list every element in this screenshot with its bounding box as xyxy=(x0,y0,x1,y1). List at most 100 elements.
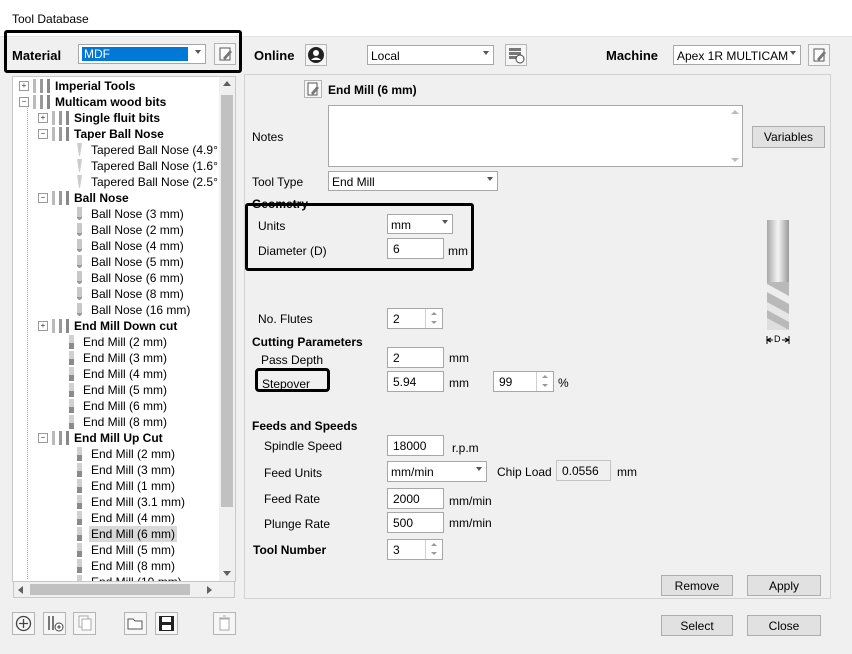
pass-depth-input[interactable]: 2 xyxy=(387,347,444,368)
ball-nose-icon xyxy=(77,303,82,316)
copy-tool-button[interactable] xyxy=(73,612,96,635)
tree-item-label: End Mill (1 mm) xyxy=(91,479,176,493)
tree-item-label: Ball Nose xyxy=(74,191,129,205)
stepover-input[interactable]: 5.94 xyxy=(387,371,444,392)
chevron-down-icon xyxy=(483,51,489,55)
spin-down-icon[interactable] xyxy=(431,552,437,555)
tapered-ball-nose-icon xyxy=(77,143,82,156)
notes-scroll-up-icon[interactable] xyxy=(731,110,739,114)
cutting-heading: Cutting Parameters xyxy=(252,335,363,349)
geometry-highlight xyxy=(245,203,474,271)
open-database-button[interactable] xyxy=(124,612,147,635)
notes-label: Notes xyxy=(252,130,284,144)
remove-button[interactable]: Remove xyxy=(661,575,733,596)
end-mill-icon xyxy=(77,559,82,573)
close-button[interactable]: Close xyxy=(747,615,821,636)
tool-group-icon xyxy=(52,111,69,125)
notes-textarea[interactable] xyxy=(328,105,743,167)
tree-horizontal-scrollbar[interactable] xyxy=(13,581,235,598)
expand-icon[interactable]: + xyxy=(19,81,29,91)
chevron-down-icon xyxy=(790,51,796,55)
end-mill-icon xyxy=(77,463,82,477)
collapse-icon[interactable]: − xyxy=(38,433,48,443)
scroll-up-icon[interactable] xyxy=(223,81,231,86)
edit-machine-button[interactable] xyxy=(808,44,830,66)
tree-item-label: Single fluit bits xyxy=(74,111,160,125)
end-mill-icon xyxy=(77,543,82,557)
apply-button[interactable]: Apply xyxy=(747,575,821,596)
feed-units-select[interactable]: mm/min xyxy=(387,461,487,482)
expand-icon[interactable]: + xyxy=(38,113,48,123)
end-mill-icon xyxy=(77,447,82,461)
collapse-icon[interactable]: − xyxy=(38,193,48,203)
location-select[interactable]: Local xyxy=(367,45,494,65)
expand-icon[interactable]: + xyxy=(38,321,48,331)
plunge-rate-input[interactable]: 500 xyxy=(387,512,444,533)
add-tool-button[interactable] xyxy=(43,612,66,635)
plunge-rate-unit: mm/min xyxy=(449,516,492,530)
material-highlight xyxy=(4,30,242,73)
tool-type-select[interactable]: End Mill xyxy=(328,171,498,191)
flutes-stepper[interactable]: 2 xyxy=(387,308,443,329)
spin-down-icon[interactable] xyxy=(431,321,437,324)
pass-depth-label: Pass Depth xyxy=(261,353,324,367)
tree-scroll-thumb[interactable] xyxy=(221,95,233,507)
user-icon xyxy=(308,47,324,63)
stepover-percent-stepper[interactable]: 99 xyxy=(493,371,554,392)
tool-group-icon xyxy=(52,127,69,141)
feed-rate-unit: mm/min xyxy=(449,494,492,508)
tree-item-label: End Mill (3 mm) xyxy=(91,463,176,477)
edit-icon xyxy=(813,48,826,62)
notes-scroll-down-icon[interactable] xyxy=(731,158,739,162)
tree-item-label: Imperial Tools xyxy=(55,79,136,93)
stepover-percent-sign: % xyxy=(558,376,569,390)
end-mill-icon xyxy=(69,367,74,381)
tree-item-label: End Mill Up Cut xyxy=(74,431,163,445)
variables-button[interactable]: Variables xyxy=(752,126,825,148)
tree-vertical-scrollbar[interactable] xyxy=(219,77,235,581)
online-label: Online xyxy=(254,48,295,63)
stepover-highlight xyxy=(255,368,330,392)
tree-item-label: End Mill (3.1 mm) xyxy=(91,495,186,509)
select-button[interactable]: Select xyxy=(661,615,733,636)
edit-icon xyxy=(307,82,319,96)
spin-up-icon[interactable] xyxy=(542,375,548,378)
scroll-down-icon[interactable] xyxy=(223,571,231,576)
collapse-icon[interactable]: − xyxy=(19,97,29,107)
end-mill-icon xyxy=(69,383,74,397)
tree-item-label: End Mill (5 mm) xyxy=(83,383,168,397)
spin-up-icon[interactable] xyxy=(431,312,437,315)
tree-item-label: End Mill (2 mm) xyxy=(83,335,168,349)
tree-item-label: Multicam wood bits xyxy=(55,95,167,109)
tool-number-stepper[interactable]: 3 xyxy=(387,539,443,560)
delete-tool-button[interactable] xyxy=(213,612,236,635)
spin-down-icon[interactable] xyxy=(542,384,548,387)
add-group-button[interactable] xyxy=(12,612,35,635)
tree-item-label: End Mill (8 mm) xyxy=(91,559,176,573)
end-mill-icon xyxy=(69,351,74,365)
end-mill-icon xyxy=(69,399,74,413)
tree-item-label: End Mill (4 mm) xyxy=(91,511,176,525)
add-circle-icon xyxy=(15,615,32,632)
edit-tool-name-button[interactable] xyxy=(304,80,322,98)
end-mill-icon xyxy=(77,495,82,509)
ball-nose-icon xyxy=(77,207,82,220)
tree-item-label: Ball Nose (4 mm) xyxy=(91,239,184,253)
online-user-button[interactable] xyxy=(305,44,327,66)
scroll-left-icon[interactable] xyxy=(18,586,23,594)
tool-number-label: Tool Number xyxy=(253,543,327,557)
feed-units-label: Feed Units xyxy=(264,466,323,480)
tool-tree[interactable]: + Imperial Tools − Multicam wood bits + Singl… xyxy=(12,76,236,582)
scroll-right-icon[interactable] xyxy=(207,586,212,594)
machine-select[interactable]: Apex 1R MULTICAM xyxy=(673,45,801,65)
save-database-button[interactable] xyxy=(155,612,178,635)
collapse-icon[interactable]: − xyxy=(38,129,48,139)
library-settings-button[interactable] xyxy=(505,44,527,66)
tree-hscroll-thumb[interactable] xyxy=(30,584,190,595)
spin-up-icon[interactable] xyxy=(431,543,437,546)
tree-item-label: Ball Nose (8 mm) xyxy=(91,287,184,301)
spindle-speed-input[interactable]: 18000 xyxy=(387,435,444,456)
feed-rate-input[interactable]: 2000 xyxy=(387,488,444,509)
save-icon xyxy=(159,616,174,631)
tree-item-label: End Mill (8 mm) xyxy=(83,415,168,429)
